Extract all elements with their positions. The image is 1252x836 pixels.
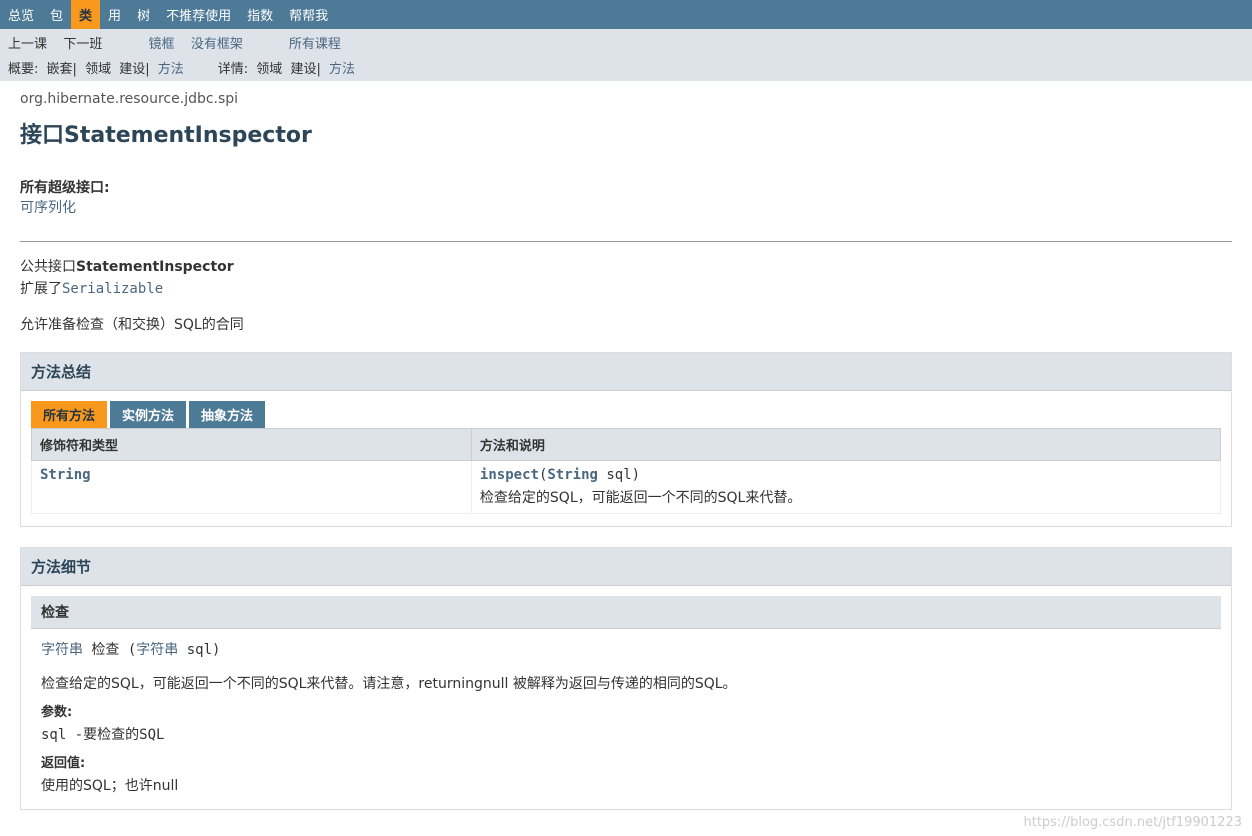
superinterface-link[interactable]: 可序列化 <box>20 200 76 216</box>
summary-method-link[interactable]: 方法 <box>158 62 184 77</box>
params-value: sql -要检查的SQL <box>41 724 1211 744</box>
detail-field: 领域 <box>256 62 282 77</box>
top-nav: 总览 包 类 用 树 不推荐使用 指数 帮帮我 <box>0 0 1252 29</box>
superinterfaces-label: 所有超级接口: <box>20 177 1232 197</box>
col-method-desc: 方法和说明 <box>471 429 1220 461</box>
package-name: org.hibernate.resource.jdbc.spi <box>20 91 1232 111</box>
method-name-link[interactable]: inspect <box>480 467 539 483</box>
method-summary-table: 修饰符和类型 方法和说明 String inspect(String sql) … <box>31 428 1221 514</box>
prev-class-link[interactable]: 上一课 <box>8 37 47 52</box>
sub-nav: 上一课 下一班 镜框 没有框架 所有课程 概要: 嵌套| 领域 建设| 方法 详… <box>0 29 1252 81</box>
type-description: 允许准备检查（和交换）SQL的合同 <box>0 300 1252 352</box>
method-sig-param: sql) <box>598 467 640 483</box>
detail-label: 详情: <box>218 62 248 77</box>
returns-value: 使用的SQL；也许null <box>41 775 1211 795</box>
detail-constr: 建设| <box>290 62 320 77</box>
method-detail-section: 方法细节 检查 字符串 检查 (字符串 sql) 检查给定的SQL，可能返回一个… <box>20 547 1232 810</box>
noframes-link[interactable]: 没有框架 <box>191 37 243 52</box>
tab-abstract-methods[interactable]: 抽象方法 <box>189 401 265 428</box>
nav-use[interactable]: 用 <box>100 0 129 29</box>
returns-label: 返回值: <box>41 752 1211 771</box>
header: org.hibernate.resource.jdbc.spi 接口Statem… <box>0 81 1252 177</box>
tab-instance-methods[interactable]: 实例方法 <box>110 401 186 428</box>
divider <box>20 241 1232 242</box>
nav-class[interactable]: 类 <box>71 0 100 29</box>
nav-help[interactable]: 帮帮我 <box>281 0 336 29</box>
detail-method-link[interactable]: 方法 <box>329 62 355 77</box>
method-summary-section: 方法总结 所有方法 实例方法 抽象方法 修饰符和类型 方法和说明 String … <box>20 352 1232 527</box>
method-detail-heading: 方法细节 <box>21 548 1231 586</box>
nav-index[interactable]: 指数 <box>239 0 281 29</box>
summary-nested: 嵌套| <box>47 62 77 77</box>
page-title: 接口StatementInspector <box>20 117 1232 149</box>
tab-all-methods[interactable]: 所有方法 <box>31 401 107 428</box>
detail-param-type-link[interactable]: 字符串 <box>136 642 178 658</box>
detail-sig-param: sql) <box>178 642 220 658</box>
method-summary-heading: 方法总结 <box>21 353 1231 391</box>
return-type-link[interactable]: String <box>40 467 91 483</box>
nav-deprecated[interactable]: 不推荐使用 <box>158 0 239 29</box>
method-detail-body: 字符串 检查 (字符串 sql) 检查给定的SQL，可能返回一个不同的SQL来代… <box>21 629 1231 809</box>
detail-return-type-link[interactable]: 字符串 <box>41 642 83 658</box>
type-signature: 公共接口StatementInspector 扩展了Serializable <box>0 256 1252 298</box>
nav-tree[interactable]: 树 <box>129 0 158 29</box>
summary-constr: 建设| <box>119 62 149 77</box>
method-summary-tabs: 所有方法 实例方法 抽象方法 <box>21 391 1231 428</box>
col-modifier-type: 修饰符和类型 <box>32 429 472 461</box>
watermark: https://blog.csdn.net/jtf19901223 <box>1023 815 1242 830</box>
superinterfaces-block: 所有超级接口: 可序列化 <box>0 177 1252 227</box>
detail-description: 检查给定的SQL，可能返回一个不同的SQL来代替。请注意，returningnu… <box>41 673 1211 693</box>
detail-sig-name: 检查 ( <box>83 642 136 658</box>
next-class-link[interactable]: 下一班 <box>63 37 102 52</box>
sig-extends-label: 扩展了 <box>20 281 62 297</box>
nav-overview[interactable]: 总览 <box>0 0 42 29</box>
params-label: 参数: <box>41 701 1211 720</box>
sig-name: StatementInspector <box>76 259 234 275</box>
sig-extends-link[interactable]: Serializable <box>62 281 163 297</box>
param-type-link[interactable]: String <box>547 467 598 483</box>
summary-field: 领域 <box>85 62 111 77</box>
table-row: String inspect(String sql) 检查给定的SQL，可能返回… <box>32 461 1221 514</box>
nav-package[interactable]: 包 <box>42 0 71 29</box>
summary-label: 概要: <box>8 62 38 77</box>
sig-prefix: 公共接口 <box>20 259 76 275</box>
frames-link[interactable]: 镜框 <box>148 37 174 52</box>
method-detail-name: 检查 <box>31 596 1221 629</box>
allclasses-link[interactable]: 所有课程 <box>289 37 341 52</box>
method-row-desc: 检查给定的SQL，可能返回一个不同的SQL来代替。 <box>480 487 1212 507</box>
